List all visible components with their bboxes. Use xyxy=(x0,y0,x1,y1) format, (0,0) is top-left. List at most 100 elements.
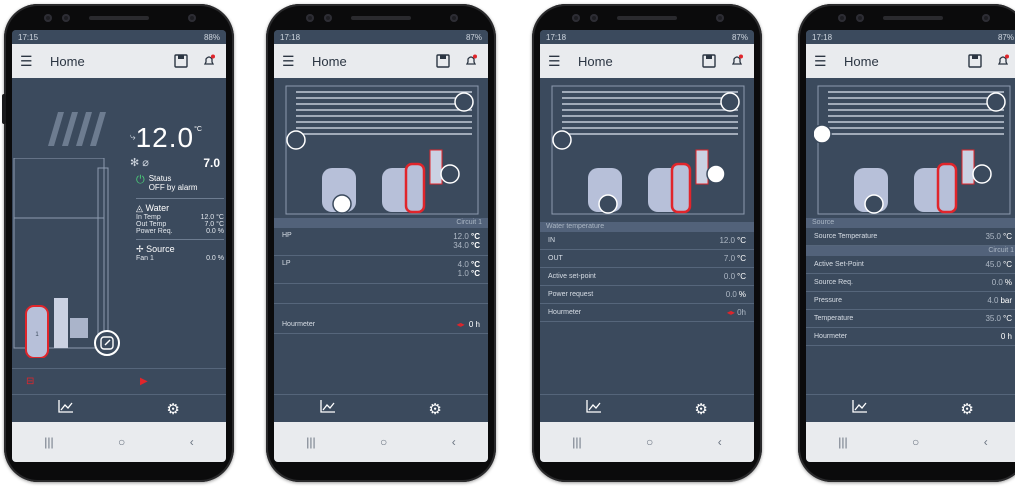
airflow-arrows xyxy=(48,112,106,146)
recent-apps-icon[interactable]: ||| xyxy=(306,435,315,449)
temperature-row: Temperature 35.0 °C xyxy=(806,310,1015,328)
system-nav: ||| ○ ‹ xyxy=(540,422,754,462)
power-request-row: Power request 0.0% xyxy=(540,286,754,304)
hourmeter-row: Hourmeter ◂▸ 0h xyxy=(540,304,754,322)
bottom-nav: ⚙ xyxy=(806,394,1015,422)
alarm-bell-icon[interactable] xyxy=(462,52,480,70)
page-title: Home xyxy=(312,53,347,69)
menu-icon[interactable]: ☰ xyxy=(282,53,304,70)
fan-icon: ✢ xyxy=(136,244,144,254)
app-bar: ☰ Home xyxy=(12,44,226,78)
settings-gear-icon[interactable]: ⚙ xyxy=(166,400,179,418)
back-icon[interactable]: ‹ xyxy=(452,435,456,449)
phone-1-screen: 17:15 88% ☰ Home 1 ⤷ 12.0 °C ✻ ⌀ 7.0 ⏻ S… xyxy=(12,30,226,462)
status-bar: 17:18 87% xyxy=(274,30,488,44)
settings-gear-icon[interactable]: ⚙ xyxy=(960,400,973,418)
unit-drawing xyxy=(551,85,745,215)
water-content: Water temperature IN 12.0 °C OUT 7.0 °C Acti… xyxy=(540,78,754,394)
bottom-nav: ⚙ xyxy=(274,394,488,422)
setpoint-row: Active set-point 0.0 °C xyxy=(540,268,754,286)
pump-alarm-icon[interactable]: ▶ xyxy=(140,376,148,387)
save-icon[interactable] xyxy=(700,52,718,70)
screenshot-stage: 17:15 88% ☰ Home 1 ⤷ 12.0 °C ✻ ⌀ 7.0 ⏻ S… xyxy=(0,0,1015,486)
unit-drawing xyxy=(285,85,479,215)
chart-icon[interactable] xyxy=(320,399,336,418)
source-row: Fan 1 0.0 % xyxy=(136,255,224,262)
status-battery: 87% xyxy=(465,32,482,42)
edit-unit-button[interactable] xyxy=(94,330,120,356)
app-bar: ☰ Home xyxy=(540,44,754,78)
system-nav: ||| ○ ‹ xyxy=(274,422,488,462)
system-nav: ||| ○ ‹ xyxy=(806,422,1015,462)
source-table: Source Source Temperature 35.0 °C Circuit … xyxy=(806,218,1015,346)
water-table: Water temperature IN 12.0 °C OUT 7.0 °C Acti… xyxy=(540,222,754,322)
bottom-nav: ⚙ xyxy=(540,394,754,422)
circuit-content: Circuit 1 HP 12.0 °C 34.0 °C LP 4.0 °C 1… xyxy=(274,78,488,394)
home-icon[interactable]: ○ xyxy=(646,435,653,449)
settings-gear-icon[interactable]: ⚙ xyxy=(694,400,707,418)
phone-4-screen: 17:18 87% ☰ Home Source Source Temperatu… xyxy=(806,30,1015,462)
back-icon[interactable]: ‹ xyxy=(190,435,194,449)
source-temperature-row: Source Temperature 35.0 °C xyxy=(806,228,1015,246)
chart-icon[interactable] xyxy=(852,399,868,418)
status-bar: 17:18 87% xyxy=(540,30,754,44)
compressor-alarm-icon[interactable]: ⊟ xyxy=(26,376,34,387)
status-value: OFF by alarm xyxy=(148,183,198,192)
home-icon[interactable]: ○ xyxy=(380,435,387,449)
chart-icon[interactable] xyxy=(58,399,74,418)
phone-2-screen: 17:18 87% ☰ Home Circuit 1 HP 12.0 °C 34… xyxy=(274,30,488,462)
circuit-header: Circuit 1 xyxy=(274,218,488,228)
menu-icon[interactable]: ☰ xyxy=(814,53,836,70)
recent-apps-icon[interactable]: ||| xyxy=(572,435,581,449)
alarm-bell-icon[interactable] xyxy=(200,52,218,70)
home-icon[interactable]: ○ xyxy=(912,435,919,449)
menu-icon[interactable]: ☰ xyxy=(20,53,42,70)
home-icon[interactable]: ○ xyxy=(118,435,125,449)
menu-icon[interactable]: ☰ xyxy=(548,53,570,70)
hourmeter-row: Hourmeter ◂▸ 0 h xyxy=(274,316,488,334)
temp-unit: °C xyxy=(194,126,202,133)
back-icon[interactable]: ‹ xyxy=(984,435,988,449)
water-out-row: OUT 7.0 °C xyxy=(540,250,754,268)
lp-row: LP 4.0 °C 1.0 °C xyxy=(274,256,488,284)
recent-apps-icon[interactable]: ||| xyxy=(44,435,53,449)
water-row: Power Req. 0.0 % xyxy=(136,228,224,235)
status-battery: 88% xyxy=(203,32,220,42)
source-content: Source Source Temperature 35.0 °C Circuit … xyxy=(806,78,1015,394)
status-block: ⏻ Status OFF by alarm ◬ Water In Temp 12.… xyxy=(136,174,224,262)
hourmeter-row: Hourmeter 0 h xyxy=(806,328,1015,346)
status-battery: 87% xyxy=(997,32,1014,42)
status-time: 17:18 xyxy=(812,32,833,42)
snowflake-icon: ✻ ⌀ xyxy=(130,157,149,169)
hp-row: HP 12.0 °C 34.0 °C xyxy=(274,228,488,256)
save-icon[interactable] xyxy=(434,52,452,70)
setpoint-row: Active Set-Point 45.0 °C xyxy=(806,256,1015,274)
water-row: Out Temp 7.0 °C xyxy=(136,221,224,228)
alarm-bell-icon[interactable] xyxy=(728,52,746,70)
back-icon[interactable]: ‹ xyxy=(718,435,722,449)
save-icon[interactable] xyxy=(966,52,984,70)
recent-apps-icon[interactable]: ||| xyxy=(838,435,847,449)
secondary-temperature: 7.0 xyxy=(203,156,220,170)
power-icon: ⏻ xyxy=(136,174,145,186)
settings-gear-icon[interactable]: ⚙ xyxy=(428,400,441,418)
circuit-header: Circuit 1 xyxy=(806,246,1015,256)
main-temperature: 12.0 xyxy=(135,122,195,153)
water-in-row: IN 12.0 °C xyxy=(540,232,754,250)
circuit-table: Circuit 1 HP 12.0 °C 34.0 °C LP 4.0 °C 1… xyxy=(274,218,488,334)
status-battery: 87% xyxy=(731,32,748,42)
page-title: Home xyxy=(844,53,879,69)
source-title: Source xyxy=(146,244,175,254)
alarm-bell-icon[interactable] xyxy=(994,52,1012,70)
status-bar: 17:15 88% xyxy=(12,30,226,44)
page-title: Home xyxy=(50,53,85,69)
status-time: 17:15 xyxy=(18,32,39,42)
water-title: Water xyxy=(145,203,170,213)
status-time: 17:18 xyxy=(546,32,567,42)
save-icon[interactable] xyxy=(172,52,190,70)
system-nav: ||| ○ ‹ xyxy=(12,422,226,462)
status-label: Status xyxy=(148,174,172,183)
chart-icon[interactable] xyxy=(586,399,602,418)
phone-3-screen: 17:18 87% ☰ Home Water temperature IN 12… xyxy=(540,30,754,462)
status-bar: 17:18 87% xyxy=(806,30,1015,44)
